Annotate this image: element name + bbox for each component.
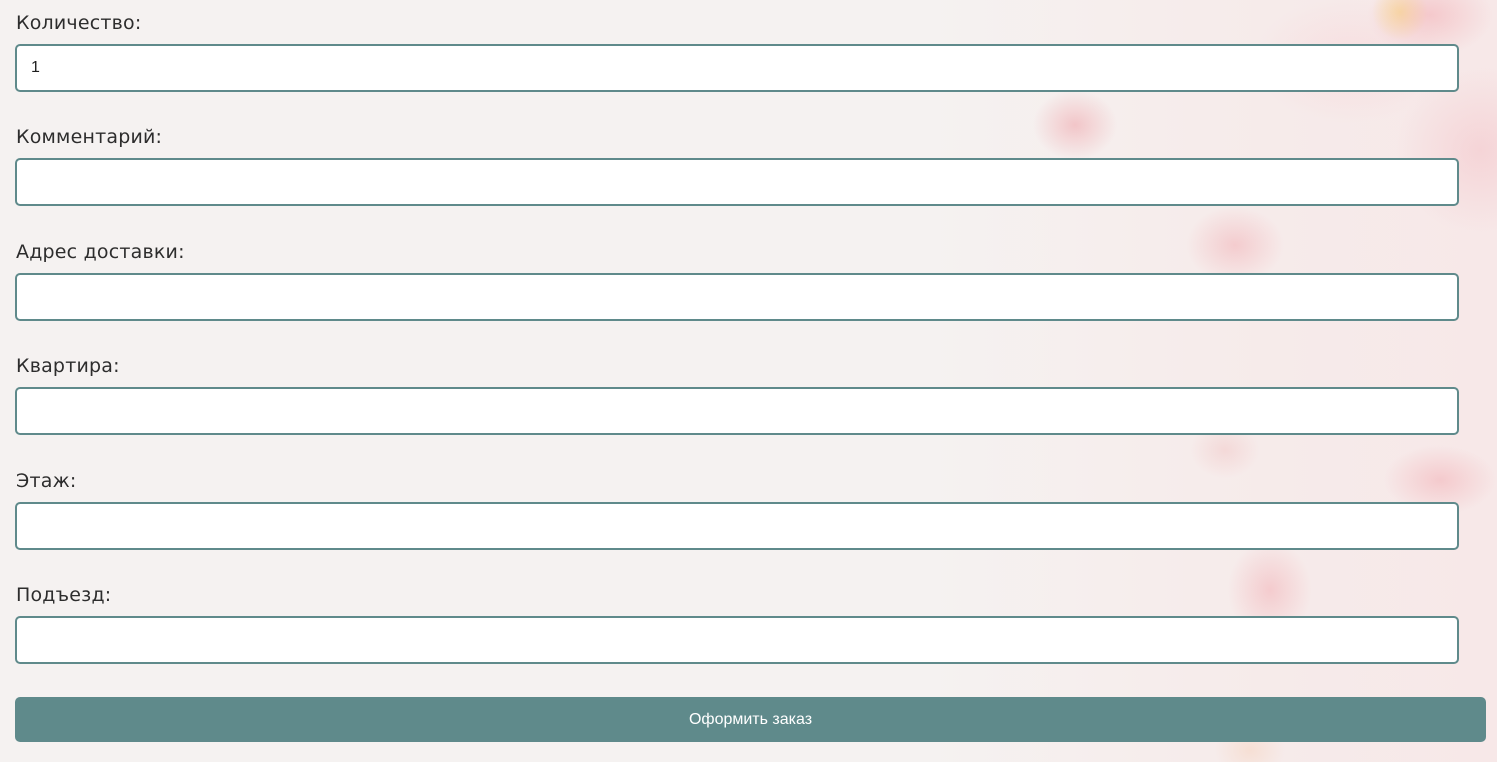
order-form: Количество: Комментарий: Адрес доставки:… — [15, 0, 1459, 686]
comment-label: Комментарий: — [16, 126, 163, 149]
floor-input[interactable] — [15, 501, 1459, 550]
apartment-input[interactable] — [15, 387, 1459, 436]
entrance-label: Подъезд: — [16, 583, 112, 606]
address-input[interactable] — [15, 272, 1459, 321]
entrance-input[interactable] — [15, 615, 1459, 664]
floor-field: Этаж: — [15, 458, 1459, 572]
floor-label: Этаж: — [16, 469, 77, 492]
quantity-field: Количество: — [15, 0, 1459, 114]
quantity-label: Количество: — [16, 12, 142, 34]
comment-input[interactable] — [15, 158, 1459, 207]
quantity-input[interactable] — [15, 44, 1459, 92]
entrance-field: Подъезд: — [15, 572, 1459, 686]
address-label: Адрес доставки: — [16, 240, 185, 263]
comment-field: Комментарий: — [15, 114, 1459, 228]
place-order-button[interactable]: Оформить заказ — [15, 697, 1486, 742]
address-field: Адрес доставки: — [15, 229, 1459, 343]
apartment-label: Квартира: — [16, 355, 120, 378]
apartment-field: Квартира: — [15, 343, 1459, 457]
